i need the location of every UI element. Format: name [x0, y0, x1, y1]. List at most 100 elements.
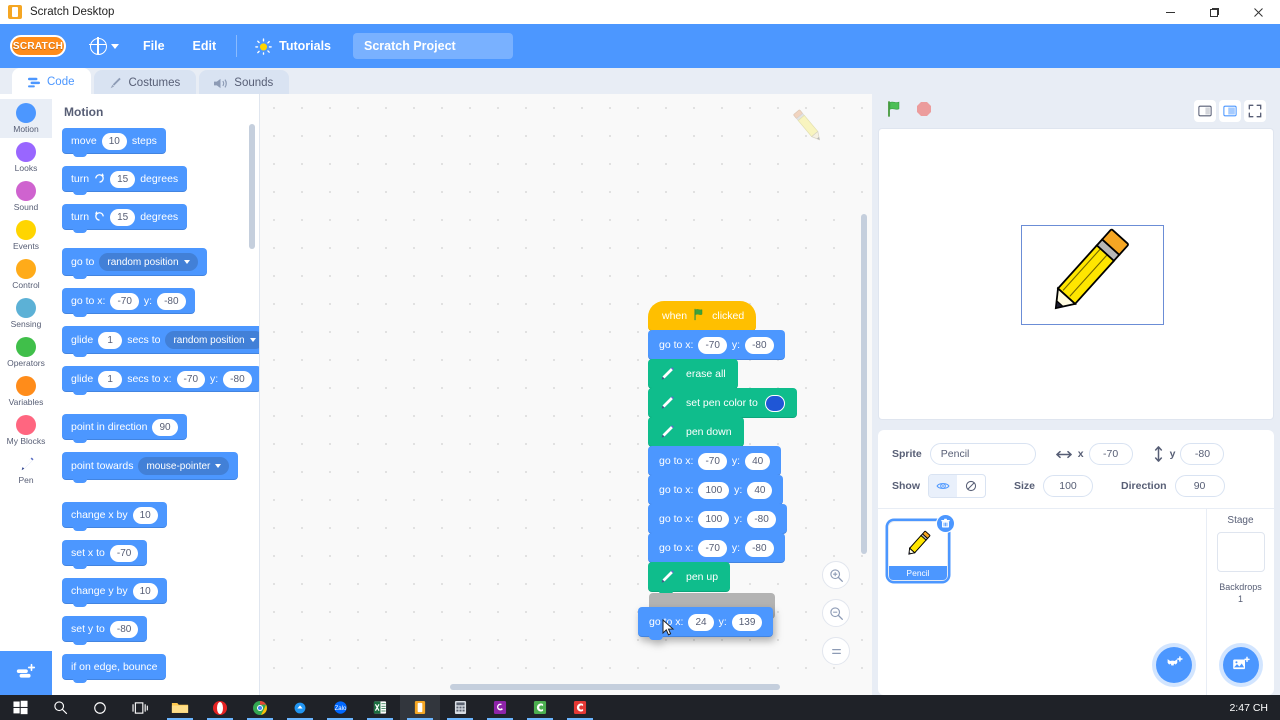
palette-block-change-x[interactable]: change x by 10 [62, 502, 259, 531]
block-when-flag-clicked[interactable]: when clicked [648, 301, 757, 331]
sidebar-item-sensing[interactable]: Sensing [0, 294, 52, 333]
add-sprite-button[interactable] [1156, 647, 1192, 683]
palette-scrollbar[interactable] [249, 124, 255, 249]
sidebar-item-events[interactable]: Events [0, 216, 52, 255]
cortana-button[interactable] [80, 695, 120, 720]
task-view-button[interactable] [120, 695, 160, 720]
block-dropdown[interactable]: mouse-pointer [138, 457, 230, 475]
scratch-logo[interactable]: SCRATCH [10, 35, 66, 57]
block-input-x[interactable]: -70 [110, 292, 139, 310]
sidebar-item-myblocks[interactable]: My Blocks [0, 411, 52, 450]
stage[interactable] [878, 128, 1274, 420]
delete-sprite-button[interactable] [936, 514, 955, 533]
zoom-out-button[interactable] [822, 599, 850, 627]
block-input[interactable]: 1 [98, 370, 123, 388]
block-goto-xy[interactable]: go to x: 100 y: 40 [648, 475, 797, 508]
y-position-input[interactable]: -80 [1180, 443, 1225, 465]
block-input[interactable]: 15 [110, 170, 136, 188]
palette-block-change-y[interactable]: change y by 10 [62, 578, 259, 607]
block-input-x[interactable]: 100 [698, 510, 730, 528]
block-input-y[interactable]: -80 [747, 510, 776, 528]
app-blue-button[interactable] [280, 695, 320, 720]
block-input-x[interactable]: 24 [688, 613, 714, 631]
scratch-taskbar-button[interactable] [400, 695, 440, 720]
size-input[interactable]: 100 [1043, 475, 1094, 497]
fullscreen-button[interactable] [1244, 100, 1266, 122]
add-backdrop-button[interactable] [1223, 647, 1259, 683]
taskbar-clock[interactable]: 2:47 CH [1229, 702, 1280, 714]
palette-block-set-x[interactable]: set x to -70 [62, 540, 259, 569]
green-app-button[interactable] [520, 695, 560, 720]
block-input-y[interactable]: -80 [745, 336, 774, 354]
sidebar-item-motion[interactable]: Motion [0, 99, 52, 138]
block-input-x[interactable]: -70 [698, 452, 727, 470]
block-goto-xy[interactable]: go to x: -70 y: 40 [648, 446, 797, 479]
block-goto-xy[interactable]: go to x: -70 y: -80 [648, 533, 797, 566]
green-flag-button[interactable] [886, 100, 904, 123]
large-stage-button[interactable] [1219, 100, 1241, 122]
file-explorer-button[interactable] [160, 695, 200, 720]
add-extension-button[interactable] [0, 651, 52, 695]
x-position-input[interactable]: -70 [1088, 443, 1133, 465]
workspace-scrollbar-horizontal[interactable] [450, 684, 780, 690]
chrome-button[interactable] [240, 695, 280, 720]
block-input[interactable]: 15 [110, 208, 136, 226]
sidebar-item-looks[interactable]: Looks [0, 138, 52, 177]
block-input-x[interactable]: -70 [698, 539, 727, 557]
block-input[interactable]: 90 [152, 418, 178, 436]
block-input[interactable]: 1 [98, 331, 123, 349]
menu-edit[interactable]: Edit [179, 31, 231, 61]
block-palette[interactable]: Motion move 10 steps turn 15 degrees tur… [52, 94, 260, 695]
block-input[interactable]: 10 [101, 132, 127, 150]
block-erase-all[interactable]: erase all [648, 359, 797, 392]
palette-block-bounce[interactable]: if on edge, bounce [62, 654, 259, 683]
stage-thumbnail[interactable] [1216, 532, 1265, 572]
calculator-button[interactable] [440, 695, 480, 720]
block-input-y[interactable]: 139 [731, 613, 763, 631]
sprite-item-pencil[interactable]: Pencil [888, 514, 955, 581]
block-set-pen-color[interactable]: set pen color to [648, 388, 797, 421]
script-stack[interactable]: when clicked go to x: -70 y: -80 erase a… [648, 301, 797, 595]
opera-button[interactable] [200, 695, 240, 720]
palette-block-goto[interactable]: go to random position [62, 248, 259, 279]
sidebar-item-control[interactable]: Control [0, 255, 52, 294]
small-stage-button[interactable] [1194, 100, 1216, 122]
block-input[interactable]: -70 [109, 544, 139, 562]
sidebar-item-variables[interactable]: Variables [0, 372, 52, 411]
block-dropdown[interactable]: random position [99, 253, 198, 271]
zalo-button[interactable]: Zalo [320, 695, 360, 720]
palette-block-turn-cw[interactable]: turn 15 degrees [62, 166, 259, 195]
block-input[interactable]: 10 [132, 582, 158, 600]
block-input[interactable]: 10 [132, 506, 158, 524]
menu-tutorials[interactable]: Tutorials [243, 31, 343, 61]
start-button[interactable] [0, 695, 40, 720]
close-button[interactable] [1236, 0, 1280, 24]
unity-button[interactable] [480, 695, 520, 720]
palette-block-turn-ccw[interactable]: turn 15 degrees [62, 204, 259, 233]
block-input-x[interactable]: -70 [176, 370, 205, 388]
sidebar-item-pen[interactable]: Pen [0, 450, 52, 489]
eye-icon[interactable] [929, 475, 957, 497]
palette-block-gotoxy[interactable]: go to x: -70 y: -80 [62, 288, 259, 317]
palette-block-move[interactable]: move 10 steps [62, 128, 259, 157]
sidebar-item-operators[interactable]: Operators [0, 333, 52, 372]
minimize-button[interactable] [1148, 0, 1192, 24]
language-menu[interactable] [80, 31, 129, 61]
palette-block-glide-xy[interactable]: glide 1 secs to x: -70 y: -80 [62, 366, 259, 395]
palette-block-glide-to[interactable]: glide 1 secs to random position [62, 326, 259, 357]
block-input-y[interactable]: -80 [745, 539, 774, 557]
block-input-y[interactable]: 40 [747, 481, 773, 499]
maximize-button[interactable] [1192, 0, 1236, 24]
palette-block-point-to[interactable]: point towards mouse-pointer [62, 452, 259, 483]
block-pen-up[interactable]: pen up [648, 562, 797, 595]
block-input-y[interactable]: -80 [223, 370, 252, 388]
block-input-x[interactable]: 100 [698, 481, 730, 499]
excel-button[interactable] [360, 695, 400, 720]
zoom-reset-button[interactable] [822, 637, 850, 665]
red-app-button[interactable] [560, 695, 600, 720]
tab-costumes[interactable]: Costumes [93, 70, 197, 96]
block-input[interactable]: -80 [109, 620, 139, 638]
pen-color-swatch[interactable] [764, 394, 785, 412]
block-pen-down[interactable]: pen down [648, 417, 797, 450]
block-input-x[interactable]: -70 [698, 336, 727, 354]
